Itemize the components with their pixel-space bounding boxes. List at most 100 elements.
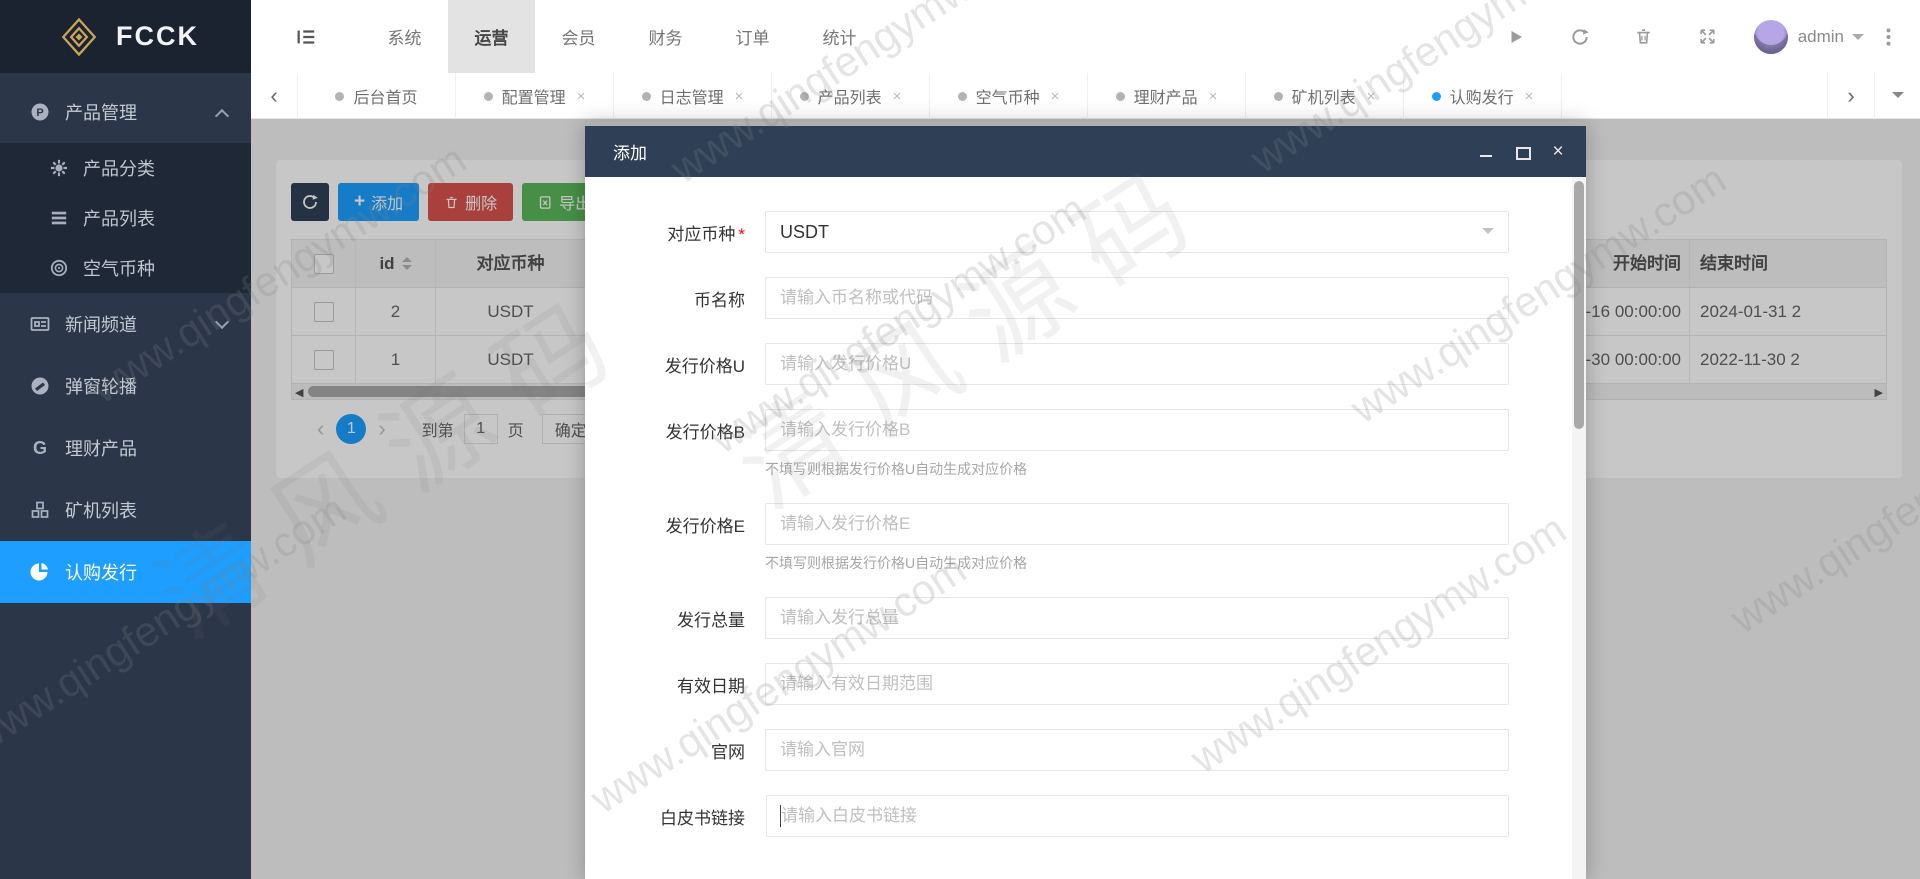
sidebar-submenu: 产品分类 产品列表 空气币种 <box>0 143 251 293</box>
tab-close-icon[interactable]: × <box>1525 88 1534 105</box>
carousel-icon <box>30 376 50 396</box>
coin-spiral-icon <box>50 259 68 277</box>
issue-price-e-input[interactable] <box>765 503 1509 545</box>
svg-text:G: G <box>33 438 47 458</box>
tab-dot-icon <box>642 92 651 101</box>
tab-close-icon[interactable]: × <box>1209 88 1218 105</box>
tab-log[interactable]: 日志管理 × <box>614 73 772 119</box>
window-controls: × <box>1478 144 1566 160</box>
tab-dot-icon <box>1274 92 1283 101</box>
sidebar-item-product-category[interactable]: 产品分类 <box>0 143 251 193</box>
tabbar: ‹ 后台首页 配置管理 × 日志管理 × 产品列表 × 空气币种 × 理财产品 <box>251 73 1920 119</box>
whitepaper-link-input[interactable] <box>766 795 1509 837</box>
newspaper-icon <box>30 314 50 334</box>
tab-dot-icon <box>484 92 493 101</box>
tabs-scroll-left[interactable]: ‹ <box>251 73 298 119</box>
form-row-valid-date: 有效日期 <box>585 663 1586 705</box>
issue-price-b-input[interactable] <box>765 409 1509 451</box>
tab-subscribe-issue[interactable]: 认购发行 × <box>1404 73 1562 119</box>
add-dialog: 添加 × 对应币种* USDT 币名称 发行价格U <box>585 121 1586 879</box>
price-e-hint: 不填写则根据发行价格U自动生成对应价格 <box>585 553 1586 573</box>
tab-dot-icon <box>1432 92 1441 101</box>
nav-item-operation[interactable]: 运营 <box>448 0 535 73</box>
sidebar-item-popup-carousel[interactable]: 弹窗轮播 <box>0 355 251 417</box>
username[interactable]: admin <box>1798 27 1844 47</box>
form-row-price-u: 发行价格U <box>585 343 1586 385</box>
form-row-coin-type: 对应币种* USDT <box>585 211 1586 253</box>
sidebar-item-news-channel[interactable]: 新闻频道 <box>0 293 251 355</box>
tab-home[interactable]: 后台首页 <box>298 73 456 119</box>
tab-config[interactable]: 配置管理 × <box>456 73 614 119</box>
chevron-down-icon <box>215 315 229 329</box>
tab-close-icon[interactable]: × <box>735 88 744 105</box>
total-supply-input[interactable] <box>765 597 1509 639</box>
diamond-logo-icon <box>58 16 100 58</box>
dialog-titlebar[interactable]: 添加 × <box>585 126 1586 177</box>
tab-miner[interactable]: 矿机列表 × <box>1246 73 1404 119</box>
dialog-body: 对应币种* USDT 币名称 发行价格U 发行价格B 不填写则根据发行价格U自动… <box>585 177 1586 879</box>
tab-close-icon[interactable]: × <box>1051 88 1060 105</box>
g-letter-icon: G <box>30 438 50 458</box>
text-cursor <box>780 805 781 827</box>
tab-dot-icon <box>800 92 809 101</box>
avatar[interactable] <box>1754 20 1788 54</box>
topbar: FCCK 系统 运营 会员 财务 订单 统计 <box>0 0 1920 73</box>
chevron-up-icon <box>215 109 229 123</box>
collapse-menu-icon[interactable] <box>251 0 361 73</box>
nav-item-order[interactable]: 订单 <box>709 0 796 73</box>
more-menu-icon[interactable] <box>1868 0 1908 73</box>
valid-date-input[interactable] <box>765 663 1509 705</box>
brand-name: FCCK <box>116 21 199 52</box>
tab-dot-icon <box>335 92 344 101</box>
select-caret-icon <box>1482 228 1494 240</box>
nav-item-finance[interactable]: 财务 <box>622 0 709 73</box>
svg-text:P: P <box>36 107 43 119</box>
price-b-hint: 不填写则根据发行价格U自动生成对应价格 <box>585 459 1586 479</box>
tab-air-coin[interactable]: 空气币种 × <box>930 73 1088 119</box>
form-row-official-site: 官网 <box>585 729 1586 771</box>
tab-close-icon[interactable]: × <box>1367 88 1376 105</box>
trash-icon[interactable] <box>1612 0 1676 73</box>
sidebar-item-air-coin[interactable]: 空气币种 <box>0 243 251 293</box>
user-menu-caret-icon[interactable] <box>1852 34 1864 46</box>
tabbar-right-controls: › <box>1827 73 1920 118</box>
sidebar-item-subscribe-issue[interactable]: 认购发行 <box>0 541 251 603</box>
tabs-dropdown-icon[interactable] <box>1874 73 1920 119</box>
sidebar-item-miner-list[interactable]: 矿机列表 <box>0 479 251 541</box>
close-icon[interactable]: × <box>1550 144 1566 160</box>
nav-item-statistics[interactable]: 统计 <box>796 0 883 73</box>
tab-close-icon[interactable]: × <box>577 88 586 105</box>
issue-price-u-input[interactable] <box>765 343 1509 385</box>
form-row-coin-name: 币名称 <box>585 277 1586 319</box>
gear-icon <box>50 159 68 177</box>
nav-item-system[interactable]: 系统 <box>361 0 448 73</box>
tab-dot-icon <box>958 92 967 101</box>
form-row-price-e: 发行价格E <box>585 503 1586 545</box>
form-row-whitepaper: 白皮书链接 <box>585 795 1586 837</box>
brand-logo: FCCK <box>0 0 251 73</box>
pie-chart-icon <box>30 562 50 582</box>
sidebar: P 产品管理 产品分类 产品列表 <box>0 73 251 879</box>
coin-type-select[interactable]: USDT <box>765 211 1509 253</box>
coin-name-input[interactable] <box>765 277 1509 319</box>
sidebar-item-wealth-product[interactable]: G 理财产品 <box>0 417 251 479</box>
dialog-scrollbar[interactable] <box>1572 177 1586 879</box>
play-icon[interactable] <box>1484 0 1548 73</box>
official-site-input[interactable] <box>765 729 1509 771</box>
tab-product-list[interactable]: 产品列表 × <box>772 73 930 119</box>
tab-dot-icon <box>1116 92 1125 101</box>
cubes-icon <box>30 500 50 520</box>
list-icon <box>50 209 68 227</box>
nav-item-member[interactable]: 会员 <box>535 0 622 73</box>
minimize-icon[interactable] <box>1478 144 1494 160</box>
fullscreen-icon[interactable] <box>1676 0 1740 73</box>
top-nav: 系统 运营 会员 财务 订单 统计 <box>251 0 883 73</box>
tab-close-icon[interactable]: × <box>893 88 902 105</box>
sidebar-item-product-list[interactable]: 产品列表 <box>0 193 251 243</box>
tab-wealth[interactable]: 理财产品 × <box>1088 73 1246 119</box>
maximize-icon[interactable] <box>1514 144 1530 160</box>
tabs-scroll-right[interactable]: › <box>1827 73 1874 119</box>
refresh-icon[interactable] <box>1548 0 1612 73</box>
sidebar-item-product-management[interactable]: P 产品管理 <box>0 81 251 143</box>
dialog-scrollbar-thumb[interactable] <box>1574 181 1584 429</box>
